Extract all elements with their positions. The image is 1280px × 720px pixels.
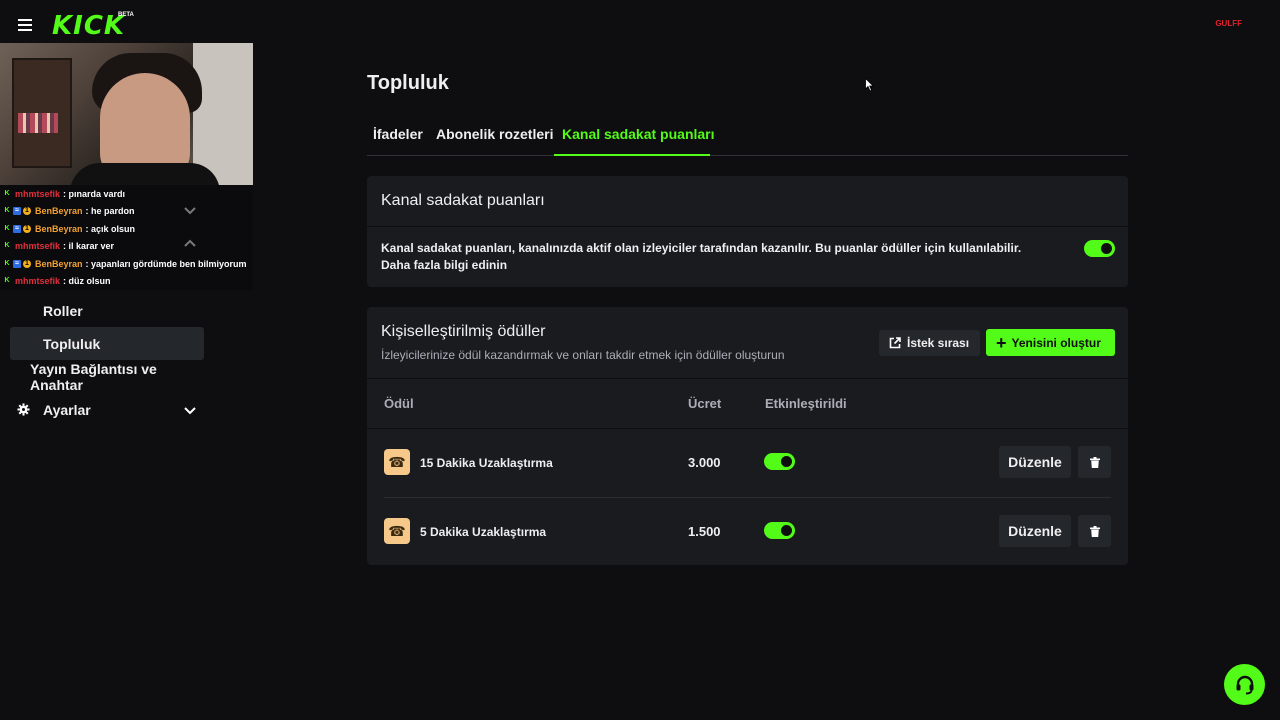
loyalty-points-card: Kanal sadakat puanları Kanal sadakat pua… — [367, 176, 1128, 287]
tab-loyalty-points[interactable]: Kanal sadakat puanları — [562, 126, 715, 142]
sidebar-item-community[interactable]: Topluluk — [10, 327, 204, 360]
kick-logo[interactable]: KICK — [52, 11, 125, 41]
chat-text: : he pardon — [85, 206, 135, 217]
column-header-enabled: Etkinleştirildi — [765, 396, 847, 411]
chat-message: K ≈ 1 BenBeyran : yapanları gördümde ben… — [0, 255, 253, 273]
card-subtitle: İzleyicilerinize ödül kazandırmak ve onl… — [381, 348, 785, 362]
trash-icon — [1089, 525, 1100, 537]
tab-bar: İfadeler Abonelik rozetleri Kanal sadaka… — [367, 118, 1128, 156]
chat-username: mhmtsefik — [15, 241, 61, 252]
delete-reward-button[interactable] — [1078, 446, 1111, 478]
user-menu[interactable]: GULFF — [1215, 19, 1242, 28]
edit-reward-button[interactable]: Düzenle — [999, 446, 1071, 478]
phone-icon: ☎ — [384, 449, 410, 475]
loyalty-enabled-toggle[interactable] — [1084, 240, 1115, 257]
sidebar-item-roles[interactable]: Roller — [10, 294, 204, 327]
delete-reward-button[interactable] — [1078, 515, 1111, 547]
divider — [367, 428, 1128, 429]
button-label: Yenisini oluştur — [1011, 335, 1101, 350]
gift-badge-icon: 1 — [23, 224, 31, 233]
mouse-cursor-icon — [865, 78, 875, 92]
divider — [384, 497, 1111, 498]
subscriber-badge-icon: ≈ — [13, 259, 21, 268]
hamburger-menu-icon[interactable] — [18, 17, 36, 33]
divider — [367, 378, 1128, 379]
page-title: Topluluk — [367, 72, 449, 94]
chat-text: : yapanları gördümde ben bilmiyorum — [85, 258, 247, 269]
loyalty-description: Kanal sadakat puanları, kanalınızda akti… — [381, 241, 1022, 255]
phone-icon: ☎ — [384, 518, 410, 544]
chat-text: : il karar ver — [63, 241, 115, 252]
chat-message: K mhmtsefik : pınarda vardı — [0, 185, 253, 203]
chat-text: : pınarda vardı — [63, 188, 126, 199]
reward-name: 5 Dakika Uzaklaştırma — [420, 525, 547, 539]
kick-badge-icon: K — [4, 277, 10, 285]
sidebar-item-label: Topluluk — [43, 335, 101, 352]
create-reward-button[interactable]: + Yenisini oluştur — [986, 329, 1115, 356]
chat-message: K mhmtsefik : il karar ver — [0, 238, 253, 256]
headset-icon — [1236, 675, 1253, 694]
request-queue-button[interactable]: İstek sırası — [879, 330, 980, 356]
card-title: Kanal sadakat puanları — [381, 192, 545, 209]
column-header-reward: Ödül — [384, 396, 414, 411]
edit-reward-button[interactable]: Düzenle — [999, 515, 1071, 547]
kick-badge-icon: K — [4, 189, 10, 197]
chat-message: K ≈ 1 BenBeyran : he pardon — [0, 203, 253, 221]
chat-message: K mhmtsefik : düz olsun — [0, 273, 253, 291]
sidebar-item-label: Ayarlar — [43, 401, 91, 418]
trash-icon — [1089, 456, 1100, 468]
reward-cost: 1.500 — [688, 524, 721, 539]
chat-message: K ≈ 1 BenBeyran : açık olsun — [0, 220, 253, 238]
kick-badge-icon: K — [4, 242, 10, 250]
sidebar-item-stream-key[interactable]: Yayın Bağlantısı ve Anahtar — [10, 360, 204, 393]
reward-name: 15 Dakika Uzaklaştırma — [420, 456, 553, 470]
active-tab-indicator — [554, 154, 710, 156]
subscriber-badge-icon: ≈ — [13, 207, 21, 216]
webcam-overlay — [0, 43, 253, 185]
column-header-cost: Ücret — [688, 396, 722, 411]
kick-badge-icon: K — [4, 207, 10, 215]
sidebar-item-label: Roller — [43, 302, 83, 319]
custom-rewards-card: Kişiselleştirilmiş ödüller İzleyicilerin… — [367, 307, 1128, 565]
card-description: Kanal sadakat puanları, kanalınızda akti… — [381, 240, 1061, 274]
gift-badge-icon: 1 — [23, 207, 31, 216]
plus-icon: + — [996, 332, 1007, 353]
chat-username: mhmtsefik — [15, 276, 61, 287]
tab-subscriber-badges[interactable]: Abonelik rozetleri — [436, 126, 553, 142]
learn-more-link[interactable]: Daha fazla bilgi edinin — [381, 257, 1061, 274]
chat-username: mhmtsefik — [15, 188, 61, 199]
external-link-icon — [889, 337, 901, 349]
beta-badge: BETA — [118, 12, 134, 18]
sidebar-item-label: Yayın Bağlantısı ve Anahtar — [30, 360, 157, 393]
gift-badge-icon: 1 — [23, 259, 31, 268]
chat-text: : açık olsun — [85, 223, 136, 234]
chat-username: BenBeyran — [35, 223, 83, 234]
reward-enabled-toggle[interactable] — [764, 453, 795, 470]
support-button[interactable] — [1224, 664, 1265, 705]
divider — [367, 226, 1128, 227]
button-label: İstek sırası — [907, 336, 970, 350]
sidebar-item-settings[interactable]: Ayarlar — [10, 393, 204, 426]
card-title: Kişiselleştirilmiş ödüller — [381, 323, 546, 340]
kick-badge-icon: K — [4, 224, 10, 232]
reward-cost: 3.000 — [688, 455, 721, 470]
tab-emotes[interactable]: İfadeler — [373, 126, 423, 142]
chat-overlay: K mhmtsefik : pınarda vardı K ≈ 1 BenBey… — [0, 185, 253, 290]
chat-text: : düz olsun — [63, 276, 111, 287]
chat-username: BenBeyran — [35, 258, 83, 269]
chat-username: BenBeyran — [35, 206, 83, 217]
chevron-down-icon[interactable] — [183, 403, 197, 417]
kick-badge-icon: K — [4, 259, 10, 267]
reward-enabled-toggle[interactable] — [764, 522, 795, 539]
subscriber-badge-icon: ≈ — [13, 224, 21, 233]
